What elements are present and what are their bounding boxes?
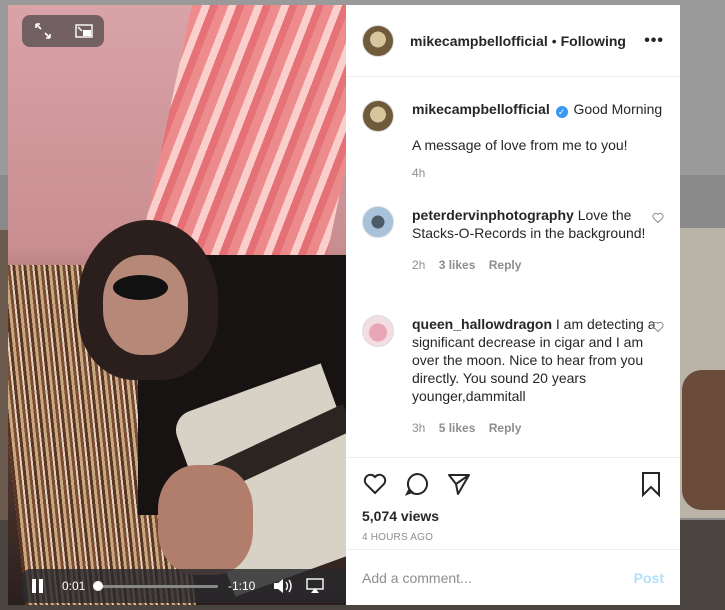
comment-reply-button[interactable]: Reply <box>489 421 522 435</box>
caption-time[interactable]: 4h <box>412 166 425 180</box>
video-scene-sunglasses <box>113 275 168 300</box>
author-avatar[interactable] <box>362 24 394 57</box>
video-scrubber-knob[interactable] <box>92 580 103 591</box>
comment-meta: 3h 5 likes Reply <box>412 421 664 435</box>
post-side-panel: mikecampbellofficial • Following ••• mik… <box>346 5 680 605</box>
share-paper-plane-icon[interactable] <box>446 471 472 497</box>
caption-username[interactable]: mikecampbellofficial <box>412 101 550 117</box>
add-comment-bar: Post <box>346 549 680 605</box>
caption-body-text: A message of love from me to you! <box>412 137 628 153</box>
comment-bubble-icon[interactable] <box>404 471 430 497</box>
fullscreen-icon[interactable] <box>33 21 53 41</box>
post-comment-button[interactable]: Post <box>634 570 664 586</box>
video-current-time: 0:01 <box>62 579 86 593</box>
header-separator: • <box>551 32 557 49</box>
comment-text: queen_hallowdragon I am detecting a sign… <box>412 315 664 405</box>
comment-time[interactable]: 3h <box>412 421 425 435</box>
video-player[interactable]: 0:01 -1:10 <box>8 5 346 605</box>
caption-text: mikecampbellofficial ✓ Good Morning A me… <box>412 100 664 154</box>
comments-section[interactable]: mikecampbellofficial ✓ Good Morning A me… <box>346 78 680 456</box>
post-timestamp[interactable]: 4 HOURS AGO <box>362 532 664 543</box>
video-scene-person-face <box>103 255 188 355</box>
post-header: mikecampbellofficial • Following ••• <box>346 5 680 77</box>
commenter-avatar[interactable] <box>362 206 394 238</box>
author-username[interactable]: mikecampbellofficial <box>410 33 548 49</box>
pause-icon[interactable] <box>32 579 46 593</box>
caption-row: mikecampbellofficial ✓ Good Morning A me… <box>362 100 664 180</box>
video-control-bar: 0:01 -1:10 <box>22 569 346 603</box>
comment-reply-button[interactable]: Reply <box>489 258 522 272</box>
video-top-controls <box>22 15 104 47</box>
comment-time[interactable]: 2h <box>412 258 425 272</box>
video-scene-hand <box>158 465 253 575</box>
picture-in-picture-icon[interactable] <box>74 21 94 41</box>
comment-text: peterdervinphotography Love the Stacks-O… <box>412 206 664 242</box>
comment-item: peterdervinphotography Love the Stacks-O… <box>362 206 664 272</box>
action-icons <box>362 464 664 504</box>
caption-avatar[interactable] <box>362 100 394 132</box>
view-count[interactable]: 5,074 views <box>362 508 664 524</box>
caption-inline-text: Good Morning <box>573 101 663 117</box>
following-button[interactable]: Following <box>561 33 626 49</box>
add-comment-input[interactable] <box>362 569 634 586</box>
like-heart-icon[interactable] <box>362 471 388 497</box>
comment-username[interactable]: peterdervinphotography <box>412 207 574 223</box>
commenter-avatar[interactable] <box>362 315 394 347</box>
save-bookmark-icon[interactable] <box>638 471 664 497</box>
volume-icon[interactable] <box>272 578 294 594</box>
video-remaining-time: -1:10 <box>228 579 256 593</box>
more-options-icon[interactable]: ••• <box>644 32 664 50</box>
airplay-icon[interactable] <box>306 578 324 594</box>
comment-meta: 2h 3 likes Reply <box>412 258 664 272</box>
comment-like-icon[interactable] <box>652 212 664 224</box>
comment-username[interactable]: queen_hallowdragon <box>412 316 552 332</box>
post-actions: 5,074 views 4 HOURS AGO <box>346 457 680 543</box>
verified-badge-icon: ✓ <box>555 106 568 118</box>
video-scrubber[interactable] <box>92 580 218 591</box>
comment-likes[interactable]: 3 likes <box>439 258 476 272</box>
backdrop-right-face <box>682 370 725 510</box>
caption-meta: 4h <box>412 166 664 180</box>
comment-like-icon[interactable] <box>652 321 664 333</box>
comment-item: queen_hallowdragon I am detecting a sign… <box>362 315 664 435</box>
comment-likes[interactable]: 5 likes <box>439 421 476 435</box>
